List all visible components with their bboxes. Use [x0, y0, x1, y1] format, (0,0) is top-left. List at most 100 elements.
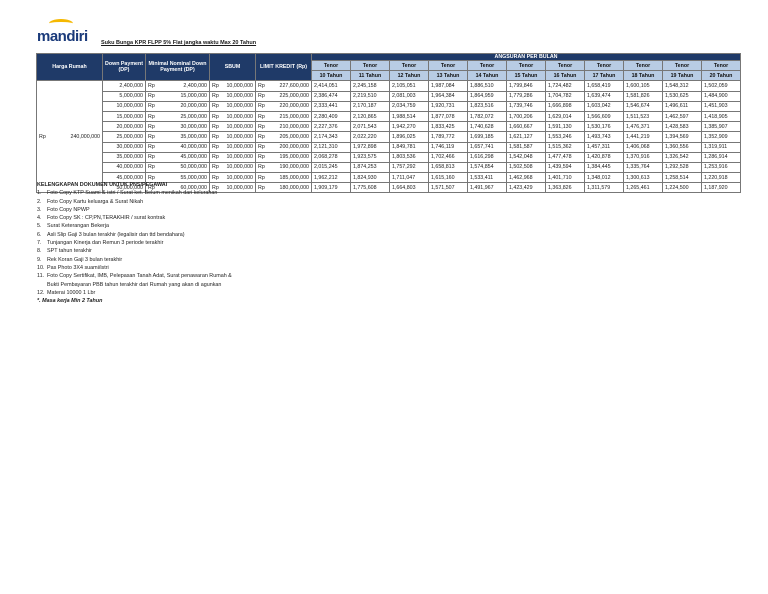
angsuran-cell: 1,363,826 — [545, 182, 585, 194]
currency: Rp — [212, 123, 219, 130]
limit-cell: Rp 200,000,000 — [255, 141, 312, 153]
header-year: 12 Tahun — [389, 70, 429, 82]
doc-number: 8. — [37, 248, 42, 255]
currency: Rp — [212, 164, 219, 171]
angsuran-cell: 1,833,425 — [428, 121, 468, 133]
sbum-value: 10,000,000 — [226, 103, 253, 110]
angsuran-cell: 2,219,510 — [350, 90, 390, 102]
angsuran-cell: 1,311,579 — [584, 182, 624, 194]
angsuran-cell: 1,574,854 — [467, 161, 507, 174]
min-dp-cell: Rp 2,400,000 — [145, 80, 210, 92]
currency: Rp — [258, 144, 265, 151]
currency: Rp — [258, 154, 265, 161]
angsuran-cell: 1,823,516 — [467, 100, 507, 112]
sbum-cell: Rp 10,000,000 — [209, 141, 256, 153]
header-tenor: Tenor — [428, 59, 468, 72]
angsuran-cell: 2,071,543 — [350, 121, 390, 133]
harga-rumah-value: 240,000,000 — [70, 133, 100, 140]
angsuran-cell: 1,439,594 — [545, 161, 585, 174]
angsuran-cell: 1,515,362 — [545, 141, 585, 153]
doc-number: 11. — [37, 273, 45, 280]
currency: Rp — [148, 113, 155, 120]
header-year: 14 Tahun — [467, 70, 507, 82]
currency: Rp — [148, 123, 155, 130]
angsuran-cell: 1,615,160 — [428, 172, 468, 184]
currency: Rp — [258, 123, 265, 130]
limit-cell: Rp 215,000,000 — [255, 110, 312, 123]
angsuran-cell: 1,441,219 — [623, 131, 663, 143]
header-year: 17 Tahun — [584, 70, 624, 82]
angsuran-cell: 1,401,710 — [545, 172, 585, 184]
limit-value: 180,000,000 — [279, 184, 309, 191]
limit-value: 210,000,000 — [279, 123, 309, 130]
table-row: 5,000,000 Rp 15,000,000 Rp 10,000,000 Rp 22… — [37, 90, 741, 102]
sbum-value: 10,000,000 — [226, 123, 253, 130]
doc-item: Bukti Pembayaran PBB tahun terakhir dari… — [37, 281, 232, 289]
angsuran-cell: 2,120,865 — [350, 110, 390, 123]
angsuran-cell: 1,406,068 — [623, 141, 663, 153]
min-dp-value: 2,400,000 — [183, 82, 207, 89]
angsuran-cell: 1,542,048 — [506, 151, 546, 163]
currency: Rp — [212, 133, 219, 140]
sbum-value: 10,000,000 — [226, 144, 253, 151]
currency: Rp — [148, 133, 155, 140]
angsuran-cell: 1,370,916 — [623, 151, 663, 163]
angsuran-cell: 1,664,803 — [389, 182, 429, 194]
angsuran-cell: 1,352,909 — [701, 131, 741, 143]
min-dp-cell: Rp 25,000,000 — [145, 110, 210, 123]
angsuran-cell: 1,775,608 — [350, 182, 390, 194]
doc-text: Foto Copy NPWP — [47, 206, 90, 213]
limit-value: 220,000,000 — [279, 103, 309, 110]
table-row: 25,000,000 Rp 35,000,000 Rp 10,000,000 Rp 2… — [37, 131, 741, 143]
currency: Rp — [258, 174, 265, 181]
header-dp: Down Payment (DP) — [102, 52, 146, 82]
table-row: 10,000,000 Rp 20,000,000 Rp 10,000,000 Rp 2… — [37, 100, 741, 112]
header-year: 10 Tahun — [311, 70, 351, 82]
angsuran-cell: 1,360,556 — [662, 141, 702, 153]
angsuran-cell: 1,886,510 — [467, 80, 507, 92]
limit-cell: Rp 227,600,000 — [255, 80, 312, 92]
angsuran-cell: 1,740,628 — [467, 121, 507, 133]
header-year: 11 Tahun — [350, 70, 390, 82]
doc-number: 2. — [37, 198, 42, 205]
header-year: 20 Tahun — [701, 70, 741, 82]
angsuran-cell: 1,972,898 — [350, 141, 390, 153]
header-limit: LIMIT KREDIT (Rp) — [255, 52, 312, 82]
table-row: 15,000,000 Rp 25,000,000 Rp 10,000,000 Rp 2… — [37, 110, 741, 123]
angsuran-cell: 1,603,042 — [584, 100, 624, 112]
angsuran-cell: 2,170,187 — [350, 100, 390, 112]
doc-text: Asli Slip Gaji 3 bulan terakhir (legalis… — [47, 231, 185, 238]
sbum-value: 10,000,000 — [226, 93, 253, 100]
currency: Rp — [148, 93, 155, 100]
limit-value: 205,000,000 — [279, 133, 309, 140]
min-dp-cell: Rp 50,000,000 — [145, 161, 210, 174]
sbum-cell: Rp 10,000,000 — [209, 90, 256, 102]
doc-item: 7. Tunjangan Kinerja dan Remun 3 periode … — [37, 239, 232, 247]
min-dp-cell: Rp 20,000,000 — [145, 100, 210, 112]
header-tenor: Tenor — [623, 59, 663, 72]
angsuran-cell: 1,803,536 — [389, 151, 429, 163]
limit-cell: Rp 190,000,000 — [255, 161, 312, 174]
angsuran-cell: 1,702,466 — [428, 151, 468, 163]
dp-cell: 2,400,000 — [102, 80, 146, 92]
angsuran-cell: 1,530,625 — [662, 90, 702, 102]
limit-value: 185,000,000 — [279, 174, 309, 181]
angsuran-cell: 2,245,158 — [350, 80, 390, 92]
sbum-value: 10,000,000 — [226, 133, 253, 140]
angsuran-cell: 1,493,743 — [584, 131, 624, 143]
doc-item: 10. Pas Photo 3X4 suami/istri — [37, 264, 232, 272]
angsuran-cell: 1,779,286 — [506, 90, 546, 102]
angsuran-cell: 1,746,119 — [428, 141, 468, 153]
min-dp-cell: Rp 35,000,000 — [145, 131, 210, 143]
doc-item: 3. Foto Copy NPWP — [37, 206, 232, 214]
kpr-table: Harga Rumah Down Payment (DP) Minimal No… — [36, 52, 741, 194]
angsuran-cell: 1,530,176 — [584, 121, 624, 133]
angsuran-cell: 1,566,609 — [584, 110, 624, 123]
currency: Rp — [212, 144, 219, 151]
doc-text: Pas Photo 3X4 suami/istri — [47, 264, 109, 271]
limit-cell: Rp 185,000,000 — [255, 172, 312, 184]
table-row: Rp 240,000,000 2,400,000 Rp 2,400,000 Rp 10,… — [36, 80, 741, 194]
doc-number: 4. — [37, 215, 42, 222]
angsuran-cell: 1,666,898 — [545, 100, 585, 112]
currency: Rp — [258, 113, 265, 120]
